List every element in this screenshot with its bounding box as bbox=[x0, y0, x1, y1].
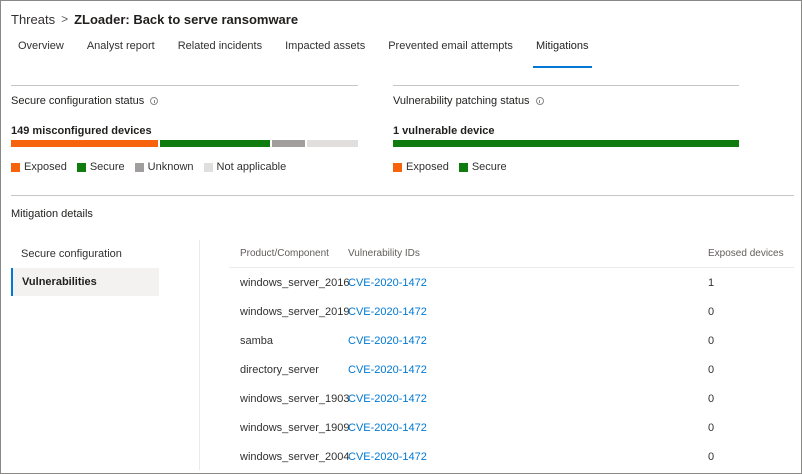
info-icon[interactable] bbox=[535, 97, 544, 105]
legend-swatch-unknown bbox=[134, 162, 144, 172]
table-row[interactable]: windows_server_1909 CVE-2020-1472 0 bbox=[229, 413, 794, 442]
cell-exposed-devices: 0 bbox=[708, 334, 715, 347]
secure-config-divider bbox=[11, 85, 358, 86]
tab-analyst-report[interactable]: Analyst report bbox=[87, 40, 155, 68]
cve-link[interactable]: CVE-2020-1472 bbox=[348, 277, 708, 289]
column-header-product[interactable]: Product/Component bbox=[229, 248, 348, 259]
cve-link[interactable]: CVE-2020-1472 bbox=[348, 451, 708, 463]
legend-label: Secure bbox=[471, 161, 507, 173]
vuln-patching-title-row: Vulnerability patching status bbox=[393, 95, 544, 107]
bar-segment-exposed bbox=[11, 140, 158, 147]
cell-exposed-devices: 0 bbox=[708, 450, 715, 463]
cell-product: windows_server_1903 bbox=[240, 392, 350, 405]
info-icon[interactable] bbox=[150, 97, 159, 105]
tab-overview[interactable]: Overview bbox=[18, 40, 64, 68]
vuln-patching-legend: Exposed Secure bbox=[393, 161, 517, 173]
table-row[interactable]: windows_server_2004 CVE-2020-1472 0 bbox=[229, 442, 794, 471]
legend-swatch-secure bbox=[76, 162, 86, 172]
tab-mitigations[interactable]: Mitigations bbox=[532, 40, 592, 68]
legend-label: Exposed bbox=[24, 161, 67, 173]
legend-swatch-exposed bbox=[11, 162, 20, 172]
cell-product: windows_server_2016 bbox=[240, 276, 350, 289]
legend-item-exposed: Exposed bbox=[393, 161, 449, 173]
legend-item-unknown: Unknown bbox=[134, 161, 194, 173]
vuln-patching-bar bbox=[393, 140, 739, 147]
tab-related-incidents[interactable]: Related incidents bbox=[178, 40, 262, 68]
cell-product: windows_server_2019 bbox=[240, 305, 350, 318]
table-row[interactable]: windows_server_2016 CVE-2020-1472 1 bbox=[229, 268, 794, 297]
bar-segment-secure bbox=[159, 140, 271, 147]
table-row[interactable]: directory_server CVE-2020-1472 0 bbox=[229, 355, 794, 384]
legend-label: Exposed bbox=[406, 161, 449, 173]
cell-exposed-devices: 0 bbox=[708, 305, 715, 318]
mitigation-details-title: Mitigation details bbox=[11, 208, 93, 220]
secure-config-legend: Exposed Secure Unknown Not applicable bbox=[11, 161, 296, 173]
breadcrumb-threats-link[interactable]: Threats bbox=[11, 12, 55, 27]
legend-label: Unknown bbox=[147, 161, 194, 173]
page-title: ZLoader: Back to serve ransomware bbox=[74, 11, 299, 27]
vulnerable-count: 1 vulnerable device bbox=[393, 125, 495, 137]
secure-config-title: Secure configuration status bbox=[11, 95, 145, 107]
vulnerabilities-table: Product/Component Vulnerability IDs Expo… bbox=[229, 240, 794, 471]
column-header-exposed-devices[interactable]: Exposed devices bbox=[708, 248, 794, 259]
legend-item-not-applicable: Not applicable bbox=[203, 161, 287, 173]
table-row[interactable]: windows_server_2019 CVE-2020-1472 0 bbox=[229, 297, 794, 326]
cell-exposed-devices: 0 bbox=[708, 363, 715, 376]
breadcrumb: Threats > ZLoader: Back to serve ransomw… bbox=[11, 11, 298, 27]
cell-product: windows_server_1909 bbox=[240, 421, 350, 434]
secure-config-bar bbox=[11, 140, 358, 147]
tab-bar: Overview Analyst report Related incident… bbox=[11, 40, 612, 68]
legend-item-exposed: Exposed bbox=[11, 161, 67, 173]
table-header: Product/Component Vulnerability IDs Expo… bbox=[229, 240, 794, 268]
tab-prevented-email-attempts[interactable]: Prevented email attempts bbox=[388, 40, 513, 68]
cell-product: directory_server bbox=[240, 363, 319, 376]
legend-label: Not applicable bbox=[216, 161, 287, 173]
cell-exposed-devices: 0 bbox=[708, 421, 715, 434]
cell-exposed-devices: 0 bbox=[708, 392, 715, 405]
bar-segment-unknown bbox=[272, 140, 305, 147]
misconfigured-count: 149 misconfigured devices bbox=[11, 125, 152, 137]
cve-link[interactable]: CVE-2020-1472 bbox=[348, 393, 708, 405]
legend-swatch-secure bbox=[458, 162, 468, 172]
legend-swatch-exposed bbox=[393, 162, 402, 172]
cve-link[interactable]: CVE-2020-1472 bbox=[348, 422, 708, 434]
bar-segment-not-applicable bbox=[306, 140, 358, 147]
table-row[interactable]: samba CVE-2020-1472 0 bbox=[229, 326, 794, 355]
cell-product: windows_server_2004 bbox=[240, 450, 350, 463]
table-row[interactable]: windows_server_1903 CVE-2020-1472 0 bbox=[229, 384, 794, 413]
cve-link[interactable]: CVE-2020-1472 bbox=[348, 364, 708, 376]
nav-item-vulnerabilities[interactable]: Vulnerabilities bbox=[11, 268, 159, 296]
vertical-divider bbox=[199, 240, 200, 470]
cell-product: samba bbox=[240, 334, 274, 347]
tab-impacted-assets[interactable]: Impacted assets bbox=[285, 40, 365, 68]
cve-link[interactable]: CVE-2020-1472 bbox=[348, 335, 708, 347]
section-divider bbox=[11, 195, 794, 196]
bar-segment-secure bbox=[393, 140, 739, 147]
legend-item-secure: Secure bbox=[76, 161, 125, 173]
cve-link[interactable]: CVE-2020-1472 bbox=[348, 306, 708, 318]
mitigation-side-nav: Secure configuration Vulnerabilities bbox=[11, 240, 159, 296]
chevron-right-icon: > bbox=[61, 12, 69, 26]
nav-item-secure-configuration[interactable]: Secure configuration bbox=[11, 240, 159, 268]
column-header-vulnerability-ids[interactable]: Vulnerability IDs bbox=[348, 248, 708, 259]
legend-swatch-not-applicable bbox=[203, 162, 213, 172]
legend-label: Secure bbox=[89, 161, 125, 173]
vuln-patching-divider bbox=[393, 85, 739, 86]
vuln-patching-title: Vulnerability patching status bbox=[393, 95, 530, 107]
cell-exposed-devices: 1 bbox=[708, 276, 715, 289]
secure-config-title-row: Secure configuration status bbox=[11, 95, 159, 107]
legend-item-secure: Secure bbox=[458, 161, 507, 173]
